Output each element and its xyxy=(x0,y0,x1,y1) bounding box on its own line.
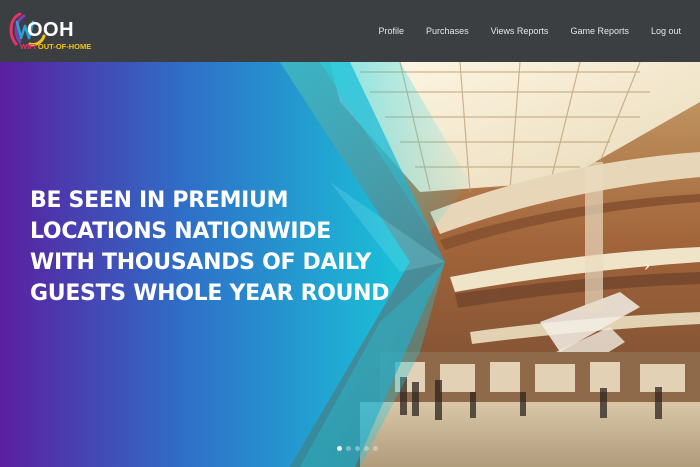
nav-profile[interactable]: Profile xyxy=(368,26,416,36)
carousel-dot[interactable] xyxy=(373,446,378,451)
logo-wordmark: OOH xyxy=(27,19,75,41)
nav-views-reports[interactable]: Views Reports xyxy=(480,26,560,36)
hero-carousel: BE SEEN IN PREMIUM LOCATIONS NATIONWIDE … xyxy=(0,62,700,467)
logo-tagline: WIFI OUT-OF-HOME xyxy=(20,42,91,51)
carousel-indicators xyxy=(337,446,378,451)
hero-headline-line: LOCATIONS NATIONWIDE xyxy=(30,219,331,244)
nav-game-reports[interactable]: Game Reports xyxy=(559,26,640,36)
hero-headline-line: BE SEEN IN PREMIUM xyxy=(30,188,289,213)
hero-headline-line: GUESTS WHOLE YEAR ROUND xyxy=(30,281,390,306)
main-nav: Profile Purchases Views Reports Game Rep… xyxy=(368,0,692,62)
hero-headline-line: WITH THOUSANDS OF DAILY xyxy=(30,250,372,275)
hero-headline: BE SEEN IN PREMIUM LOCATIONS NATIONWIDE … xyxy=(30,185,390,309)
top-navbar: OOH WIFI OUT-OF-HOME Profile Purchases V… xyxy=(0,0,700,62)
carousel-next-button[interactable]: › xyxy=(640,257,654,275)
carousel-dot[interactable] xyxy=(346,446,351,451)
nav-log-out[interactable]: Log out xyxy=(640,26,692,36)
carousel-dot[interactable] xyxy=(337,446,342,451)
chevron-right-icon: › xyxy=(644,257,650,275)
logo-tagline-wifi: WIFI xyxy=(20,42,36,51)
logo-tagline-ooh: OUT-OF-HOME xyxy=(35,42,92,51)
brand-logo[interactable]: OOH WIFI OUT-OF-HOME xyxy=(6,8,91,54)
carousel-dot[interactable] xyxy=(364,446,369,451)
nav-purchases[interactable]: Purchases xyxy=(415,26,480,36)
carousel-dot[interactable] xyxy=(355,446,360,451)
